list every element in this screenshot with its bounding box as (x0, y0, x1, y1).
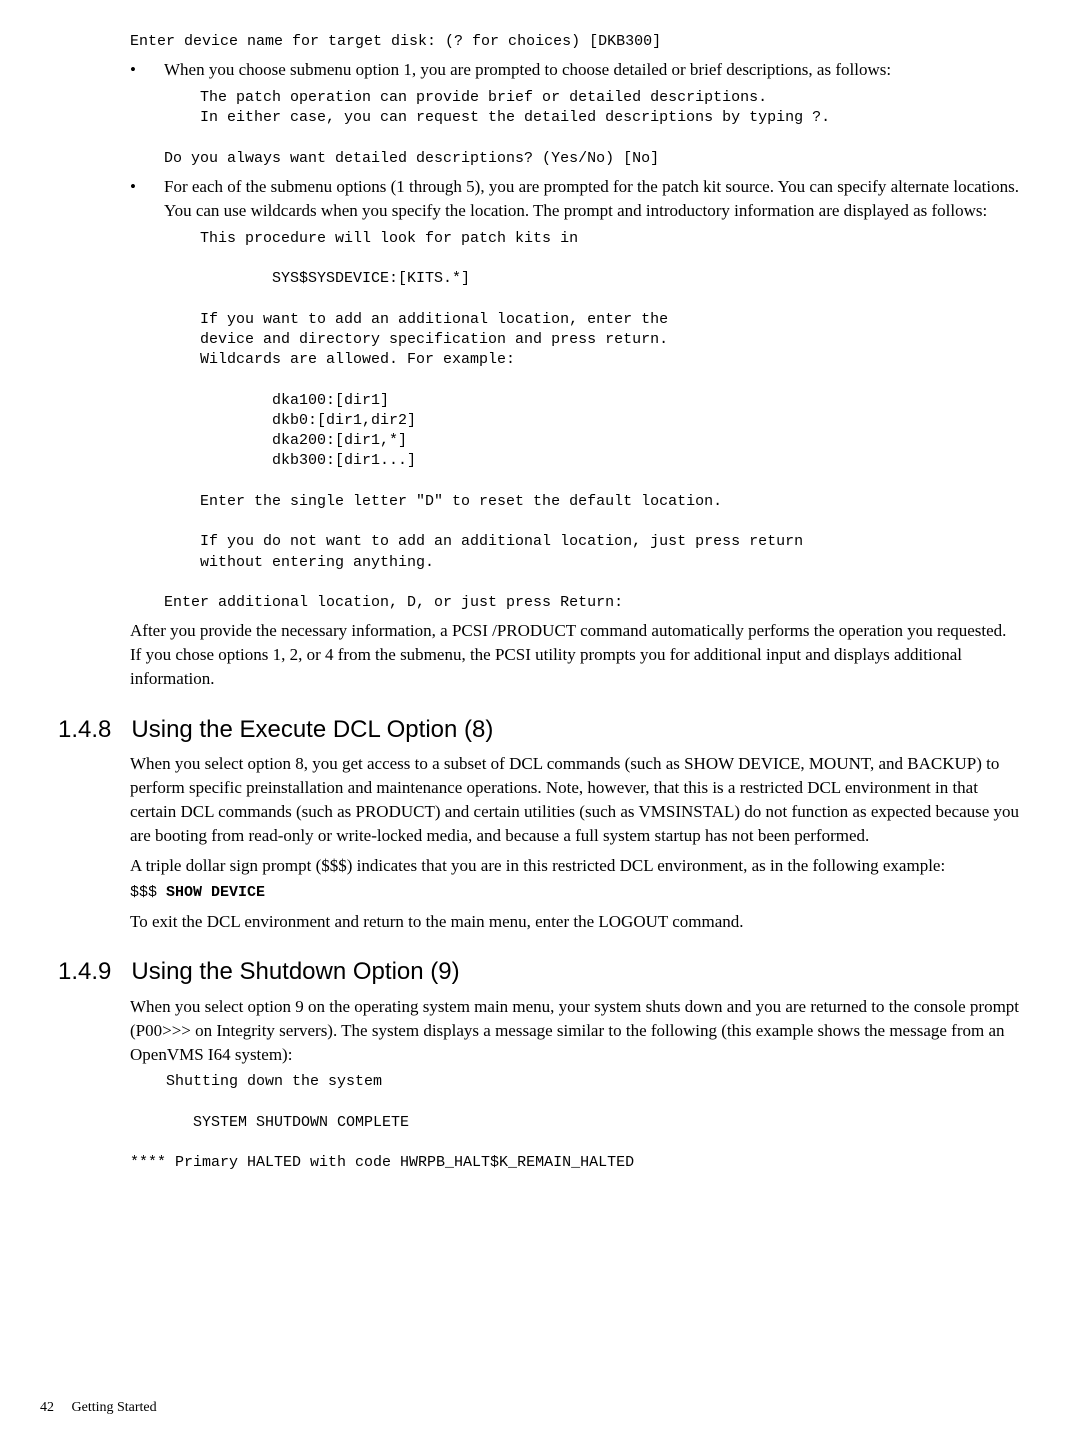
footer-chapter-title: Getting Started (72, 1400, 157, 1415)
page-container: Enter device name for target disk: (? fo… (0, 0, 1080, 1438)
bullet-2-text: For each of the submenu options (1 throu… (164, 175, 1020, 223)
sec149-para1: When you select option 9 on the operatin… (130, 995, 1020, 1066)
bullet-marker: • (130, 58, 164, 169)
bullet-item-1: • When you choose submenu option 1, you … (130, 58, 1020, 169)
sec148-para1: When you select option 8, you get access… (130, 752, 1020, 847)
sec148-para3: To exit the DCL environment and return t… (130, 910, 1020, 934)
section-heading-149: 1.4.9 Using the Shutdown Option (9) (58, 955, 1020, 989)
sec148-code-example: $$$ SHOW DEVICE (130, 883, 1020, 903)
code-detailed-descriptions: The patch operation can provide brief or… (164, 88, 1020, 169)
bullet-1-text: When you choose submenu option 1, you ar… (164, 58, 1020, 82)
sec148-para2: A triple dollar sign prompt ($$$) indica… (130, 854, 1020, 878)
sec148-code-prefix: $$$ (130, 884, 166, 901)
section-title-148: Using the Execute DCL Option (8) (131, 716, 493, 743)
page-footer: 42 Getting Started (40, 1398, 157, 1418)
bullet-item-2: • For each of the submenu options (1 thr… (130, 175, 1020, 613)
code-target-disk-prompt: Enter device name for target disk: (? fo… (130, 32, 1020, 52)
section-title-149: Using the Shutdown Option (9) (131, 958, 459, 985)
sec149-code-shutdown: Shutting down the system SYSTEM SHUTDOWN… (130, 1072, 1020, 1173)
bullet-marker: • (130, 175, 164, 613)
sec148-code-command: SHOW DEVICE (166, 884, 265, 901)
code-patch-kit-locations: This procedure will look for patch kits … (164, 229, 1020, 614)
after-bullets-paragraph: After you provide the necessary informat… (130, 619, 1020, 690)
section-heading-148: 1.4.8 Using the Execute DCL Option (8) (58, 713, 1020, 747)
footer-page-number: 42 (40, 1400, 54, 1415)
section-number-149: 1.4.9 (58, 958, 111, 985)
section-number-148: 1.4.8 (58, 716, 111, 743)
